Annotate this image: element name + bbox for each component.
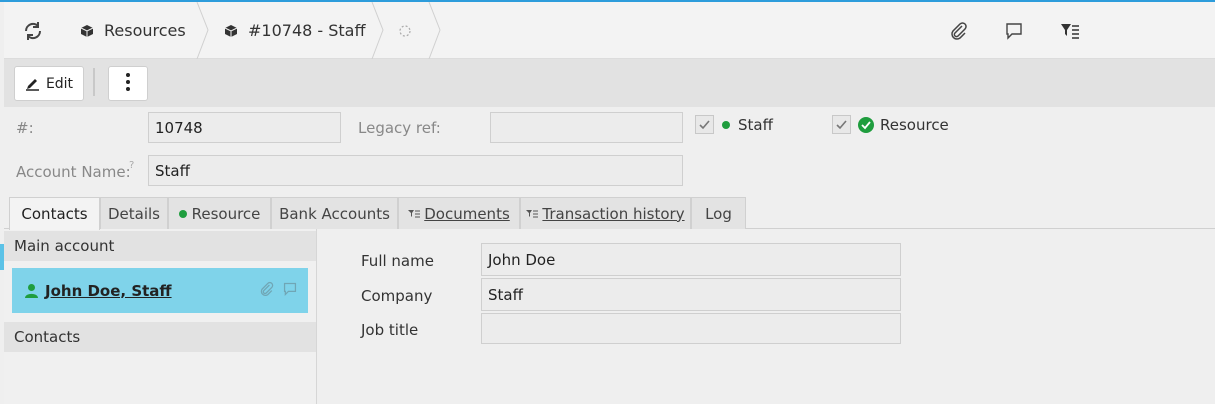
- job-title-field[interactable]: [481, 313, 901, 344]
- tab-resource[interactable]: Resource: [168, 197, 271, 229]
- tab-contacts[interactable]: Contacts: [9, 197, 100, 230]
- staff-label: Staff: [738, 116, 773, 134]
- comment-icon[interactable]: [283, 282, 297, 296]
- tab-bank-accounts[interactable]: Bank Accounts: [271, 197, 398, 229]
- staff-checkbox[interactable]: [695, 115, 714, 134]
- filter-list-icon: [526, 209, 539, 219]
- number-label: #:: [16, 119, 34, 137]
- resource-status: Resource: [858, 116, 949, 134]
- main-account-header: Main account: [4, 231, 316, 261]
- user-icon: [24, 283, 39, 298]
- breadcrumb-header: Resources #10748 - Staff: [4, 2, 1215, 59]
- filter-list-icon: [408, 209, 421, 219]
- number-field[interactable]: 10748: [148, 112, 341, 143]
- breadcrumb-resources[interactable]: Resources: [80, 2, 186, 59]
- tab-label: Documents: [424, 204, 510, 223]
- chevron-right-icon: [428, 2, 441, 59]
- tab-transaction-history[interactable]: Transaction history: [520, 197, 691, 229]
- resource-label: Resource: [880, 116, 949, 134]
- edit-button[interactable]: Edit: [14, 66, 84, 101]
- edit-button-label: Edit: [45, 75, 74, 92]
- chevron-right-icon: [371, 2, 384, 59]
- tab-documents[interactable]: Documents: [398, 197, 520, 229]
- legacy-ref-field[interactable]: [490, 112, 683, 143]
- cube-icon: [224, 24, 238, 38]
- toolbar: Edit: [4, 59, 1215, 107]
- job-title-label: Job title: [361, 321, 419, 339]
- check-icon: [836, 120, 847, 130]
- tab-label: Bank Accounts: [279, 204, 390, 223]
- tab-log[interactable]: Log: [691, 197, 746, 229]
- chevron-right-icon: [196, 2, 209, 59]
- breadcrumb-record[interactable]: #10748 - Staff: [224, 2, 366, 59]
- company-field[interactable]: Staff: [481, 278, 901, 311]
- toolbar-divider: [93, 68, 95, 96]
- pencil-icon: [25, 76, 40, 91]
- full-name-field[interactable]: John Doe: [481, 243, 901, 276]
- tab-details[interactable]: Details: [100, 197, 168, 229]
- attachment-icon[interactable]: [259, 281, 275, 297]
- legacy-ref-label: Legacy ref:: [358, 119, 441, 137]
- tab-label: Contacts: [21, 205, 88, 223]
- check-circle-icon: [858, 117, 874, 133]
- refresh-icon[interactable]: [20, 18, 46, 44]
- full-name-label: Full name: [361, 252, 434, 270]
- comment-icon[interactable]: [1003, 20, 1025, 42]
- breadcrumb-label: Resources: [104, 21, 186, 40]
- contacts-section-header: Contacts: [4, 322, 316, 352]
- tab-label: Resource: [191, 204, 261, 223]
- status-dot-icon: [178, 209, 187, 218]
- more-vertical-icon: [125, 72, 131, 96]
- account-name-field[interactable]: Staff: [148, 155, 683, 186]
- contacts-list-panel: Main account John Doe, Staff Contacts: [4, 229, 317, 404]
- tab-label: Log: [705, 204, 732, 223]
- account-name-label: Account Name:: [16, 163, 131, 181]
- filter-list-icon[interactable]: [1059, 20, 1081, 42]
- tab-label: Details: [107, 204, 160, 223]
- breadcrumb-label: #10748 - Staff: [248, 21, 366, 40]
- company-label: Company: [361, 287, 433, 305]
- staff-status: Staff: [722, 116, 773, 134]
- attachment-icon[interactable]: [948, 20, 970, 42]
- cube-icon: [80, 24, 94, 38]
- resource-checkbox[interactable]: [832, 115, 851, 134]
- list-item-main-contact[interactable]: John Doe, Staff: [12, 268, 308, 313]
- status-dot-icon: [722, 121, 730, 129]
- loading-spinner-icon: [399, 2, 411, 59]
- help-icon[interactable]: ?: [129, 160, 134, 171]
- more-options-button[interactable]: [108, 66, 148, 101]
- check-icon: [699, 120, 710, 130]
- contact-name-link[interactable]: John Doe, Staff: [45, 282, 172, 300]
- tab-label: Transaction history: [542, 204, 685, 223]
